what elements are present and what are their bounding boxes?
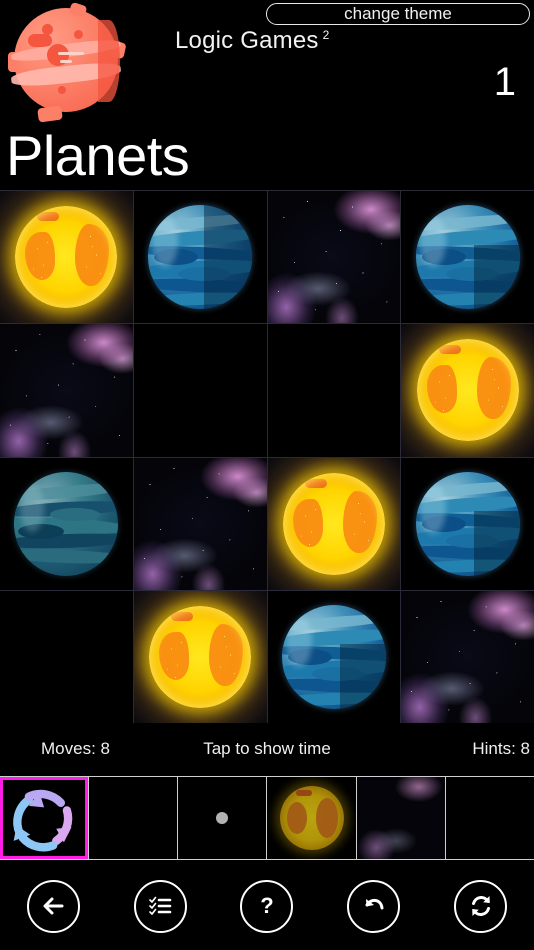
tray-item-empty-1[interactable] xyxy=(89,777,178,859)
grid-cell-blue-planet[interactable] xyxy=(267,590,401,723)
blue-planet-icon xyxy=(281,604,386,709)
app-title-superscript: 2 xyxy=(322,28,330,42)
tray-item-empty-2[interactable] xyxy=(445,777,534,859)
blue-planet-icon xyxy=(415,471,520,576)
timer-toggle[interactable]: Tap to show time xyxy=(203,739,331,759)
grid-cell-blank[interactable] xyxy=(133,324,267,457)
moon-dot-icon xyxy=(216,812,229,824)
undo-button[interactable] xyxy=(347,879,401,933)
header: Logic Games 2 change theme 1 Planets xyxy=(0,0,534,190)
game-screen: Logic Games 2 change theme 1 Planets Move… xyxy=(0,0,534,950)
grid-cell-blue-planet[interactable] xyxy=(401,191,534,324)
arrow-left-icon xyxy=(39,892,67,920)
restart-button[interactable] xyxy=(454,879,508,933)
tray-item-moon[interactable] xyxy=(178,777,267,859)
tray-item-nebula[interactable] xyxy=(356,777,445,859)
grid-cell-sun[interactable] xyxy=(267,457,401,590)
piece-tray[interactable] xyxy=(0,776,534,860)
sun-planet-icon xyxy=(149,605,252,708)
grid-cell-blue-planet[interactable] xyxy=(401,457,534,590)
board-title: Planets xyxy=(6,124,190,187)
levels-button[interactable] xyxy=(133,879,187,933)
grid-cell-empty[interactable] xyxy=(267,191,401,324)
svg-text:?: ? xyxy=(260,893,273,918)
grid-cell-blank[interactable] xyxy=(0,590,133,723)
tray-item-rotate[interactable] xyxy=(0,777,89,859)
page-title: Logic Games 2 xyxy=(175,27,329,55)
bottom-toolbar: ? xyxy=(0,862,534,950)
hints-counter: Hints: 8 xyxy=(472,739,530,758)
blue-planet-icon xyxy=(148,205,253,310)
app-title-text: Logic Games xyxy=(175,27,319,54)
puzzle-grid[interactable] xyxy=(0,190,534,723)
help-button[interactable]: ? xyxy=(240,879,294,933)
grid-cell-empty[interactable] xyxy=(133,457,267,590)
tray-item-sun[interactable] xyxy=(267,777,356,859)
moves-counter: Moves: 8 xyxy=(41,739,110,758)
grid-cell-teal-planet[interactable] xyxy=(0,457,133,590)
status-bar: Moves: 8 Tap to show time Hints: 8 xyxy=(0,723,534,775)
back-button[interactable] xyxy=(26,879,80,933)
grid-cell-blank[interactable] xyxy=(267,324,401,457)
grid-cell-empty[interactable] xyxy=(0,324,133,457)
red-planet-logo-icon xyxy=(8,1,127,123)
nebula-icon xyxy=(356,777,445,859)
sun-planet-icon xyxy=(279,786,344,850)
rotate-cycle-icon xyxy=(13,789,73,852)
sun-planet-icon xyxy=(282,472,385,575)
grid-cell-blue-planet[interactable] xyxy=(133,191,267,324)
change-theme-button[interactable]: change theme xyxy=(266,3,530,25)
blue-planet-icon xyxy=(415,205,520,310)
checklist-icon xyxy=(146,892,174,920)
question-mark-icon: ? xyxy=(253,892,281,920)
teal-planet-icon xyxy=(14,471,119,576)
refresh-cycle-icon xyxy=(467,892,495,920)
level-number: 1 xyxy=(493,60,516,104)
undo-arrow-icon xyxy=(360,892,388,920)
grid-cell-sun[interactable] xyxy=(133,590,267,723)
sun-planet-icon xyxy=(15,206,118,309)
grid-cell-sun[interactable] xyxy=(0,191,133,324)
sun-planet-icon xyxy=(416,339,519,442)
grid-cell-sun[interactable] xyxy=(401,324,534,457)
grid-cell-empty[interactable] xyxy=(401,590,534,723)
